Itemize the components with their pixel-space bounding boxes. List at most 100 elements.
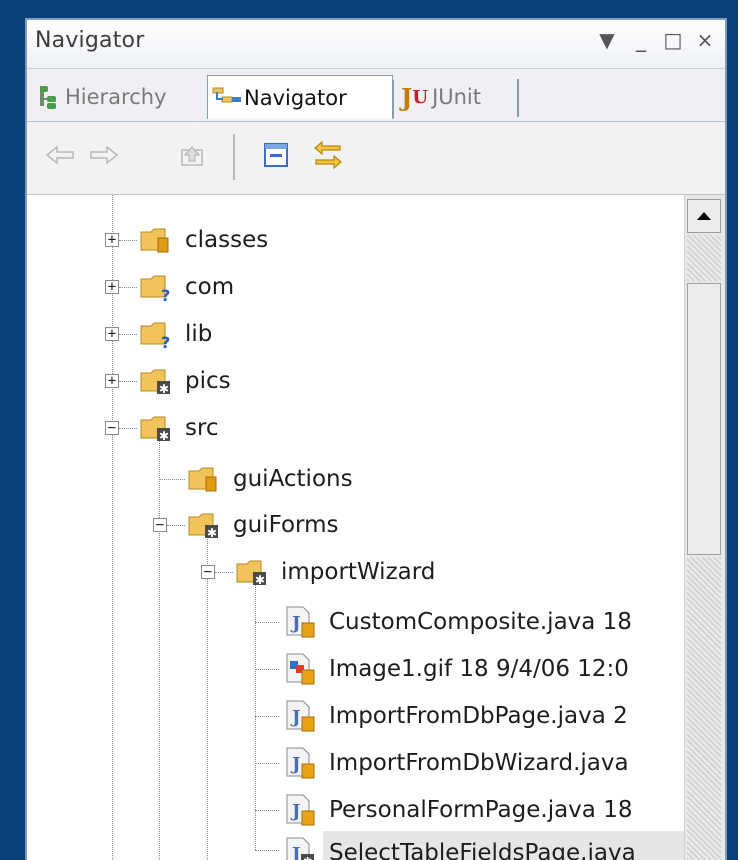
folder-source-icon: ✱	[140, 369, 170, 396]
tab-hierarchy[interactable]: Hierarchy	[33, 75, 205, 119]
tree-guide	[159, 440, 160, 860]
view-title: Navigator	[35, 28, 145, 53]
tree-item-label: ImportFromDbWizard.java	[329, 750, 629, 776]
link-with-editor-icon	[314, 140, 342, 170]
collapse-all-button[interactable]	[259, 138, 293, 172]
hierarchy-icon	[40, 86, 56, 109]
close-button[interactable]: ×	[691, 26, 719, 54]
scroll-track[interactable]	[687, 235, 721, 281]
minimize-button[interactable]: _	[627, 26, 655, 54]
link-with-editor-button[interactable]	[311, 138, 345, 172]
tree-guide	[119, 287, 137, 288]
back-button[interactable]	[43, 138, 77, 172]
expand-toggle[interactable]: +	[105, 327, 119, 341]
tree-item-label: lib	[185, 321, 213, 347]
tree-guide	[255, 850, 279, 851]
tree-item-label: guiActions	[233, 466, 353, 492]
folder-library-icon	[188, 467, 217, 492]
tree-item-label: CustomComposite.java 18	[329, 609, 632, 635]
tab-separator	[517, 79, 519, 117]
gif-file-icon	[286, 653, 315, 685]
tree-guide	[119, 428, 137, 429]
tree-guide	[207, 533, 208, 860]
vertical-scrollbar[interactable]	[684, 195, 725, 860]
tree-item-label: guiForms	[233, 512, 339, 538]
svg-text:✱: ✱	[255, 573, 265, 587]
svg-text:✱: ✱	[303, 855, 312, 860]
junit-icon-u: U	[412, 86, 429, 108]
forward-icon	[90, 145, 119, 165]
tree-guide	[119, 381, 137, 382]
tab-junit-label: JUnit	[432, 85, 482, 109]
tree-guide	[215, 572, 233, 573]
expand-toggle[interactable]: +	[105, 374, 119, 388]
tree-guide	[119, 334, 137, 335]
folder-source-icon: ✱	[236, 560, 266, 587]
svg-text:J: J	[290, 754, 301, 775]
tree-item-label: importWizard	[281, 559, 436, 585]
collapse-toggle[interactable]: −	[105, 421, 119, 435]
view-title-bar: Navigator ▼ _ □ ×	[27, 20, 725, 69]
toolbar-separator	[233, 134, 235, 180]
svg-text:J: J	[290, 613, 301, 634]
scroll-up-button[interactable]	[687, 199, 721, 233]
tree-guide	[255, 810, 279, 811]
tree-item-label: SelectTableFieldsPage.java	[329, 840, 636, 860]
expand-toggle[interactable]: +	[105, 280, 119, 294]
svg-text:J: J	[290, 844, 301, 860]
tree-item-label: pics	[185, 368, 231, 394]
folder-library-icon	[140, 228, 169, 253]
up-button[interactable]	[175, 138, 209, 172]
back-icon	[45, 145, 74, 165]
tab-separator	[392, 80, 394, 118]
scroll-thumb[interactable]	[687, 283, 721, 555]
java-file-icon: J	[286, 606, 315, 638]
svg-text:✱: ✱	[159, 429, 169, 443]
java-file-icon: J ✱	[286, 837, 314, 860]
tab-hierarchy-label: Hierarchy	[65, 85, 167, 109]
tree-guide	[119, 240, 137, 241]
navigator-icon	[212, 87, 241, 102]
folder-source-icon: ✱	[188, 513, 218, 540]
tree-guide	[167, 525, 185, 526]
tree-guide	[255, 763, 279, 764]
tree-item-label: ImportFromDbPage.java 2	[329, 703, 628, 729]
forward-button[interactable]	[87, 138, 121, 172]
java-file-icon: J	[286, 747, 315, 779]
folder-unknown-icon: ?	[140, 322, 170, 350]
tree-guide	[255, 716, 279, 717]
triangle-up-icon	[697, 212, 711, 220]
svg-text:?: ?	[161, 286, 170, 303]
view-toolbar	[27, 122, 725, 195]
navigator-view: Navigator ▼ _ □ × Hierarchy Navigator J …	[25, 18, 727, 860]
tree-item-label: PersonalFormPage.java 18	[329, 797, 633, 823]
folder-unknown-icon: ?	[140, 275, 170, 303]
tree-guide	[255, 622, 279, 623]
java-file-icon: J	[286, 700, 315, 732]
svg-text:✱: ✱	[159, 382, 169, 396]
svg-text:J: J	[290, 707, 301, 728]
view-menu-button[interactable]: ▼	[593, 26, 621, 54]
tree-item-label: classes	[185, 227, 269, 253]
navigator-tree[interactable]: + classes + ? com + ? lib + ✱ pics − ✱ s…	[27, 195, 725, 860]
tree-item-label: src	[185, 415, 219, 441]
expand-toggle[interactable]: +	[105, 233, 119, 247]
svg-text:?: ?	[161, 333, 170, 350]
view-tabs: Hierarchy Navigator JU JUnit	[27, 69, 725, 122]
tree-item-label: Image1.gif 18 9/4/06 12:0	[329, 656, 629, 682]
junit-icon: J	[401, 82, 413, 112]
tree-guide	[255, 669, 279, 670]
tree-item-label: com	[185, 274, 235, 300]
collapse-all-icon	[264, 143, 288, 167]
svg-text:✱: ✱	[207, 526, 217, 540]
maximize-button[interactable]: □	[659, 26, 687, 54]
tree-guide	[159, 479, 185, 480]
scroll-track[interactable]	[687, 557, 721, 860]
collapse-toggle[interactable]: −	[153, 518, 167, 532]
tab-junit[interactable]: JU JUnit	[397, 75, 519, 119]
tab-navigator[interactable]: Navigator	[207, 75, 394, 119]
svg-text:J: J	[290, 801, 301, 822]
tab-navigator-label: Navigator	[244, 85, 347, 110]
folder-source-icon: ✱	[140, 416, 170, 443]
collapse-toggle[interactable]: −	[201, 565, 215, 579]
